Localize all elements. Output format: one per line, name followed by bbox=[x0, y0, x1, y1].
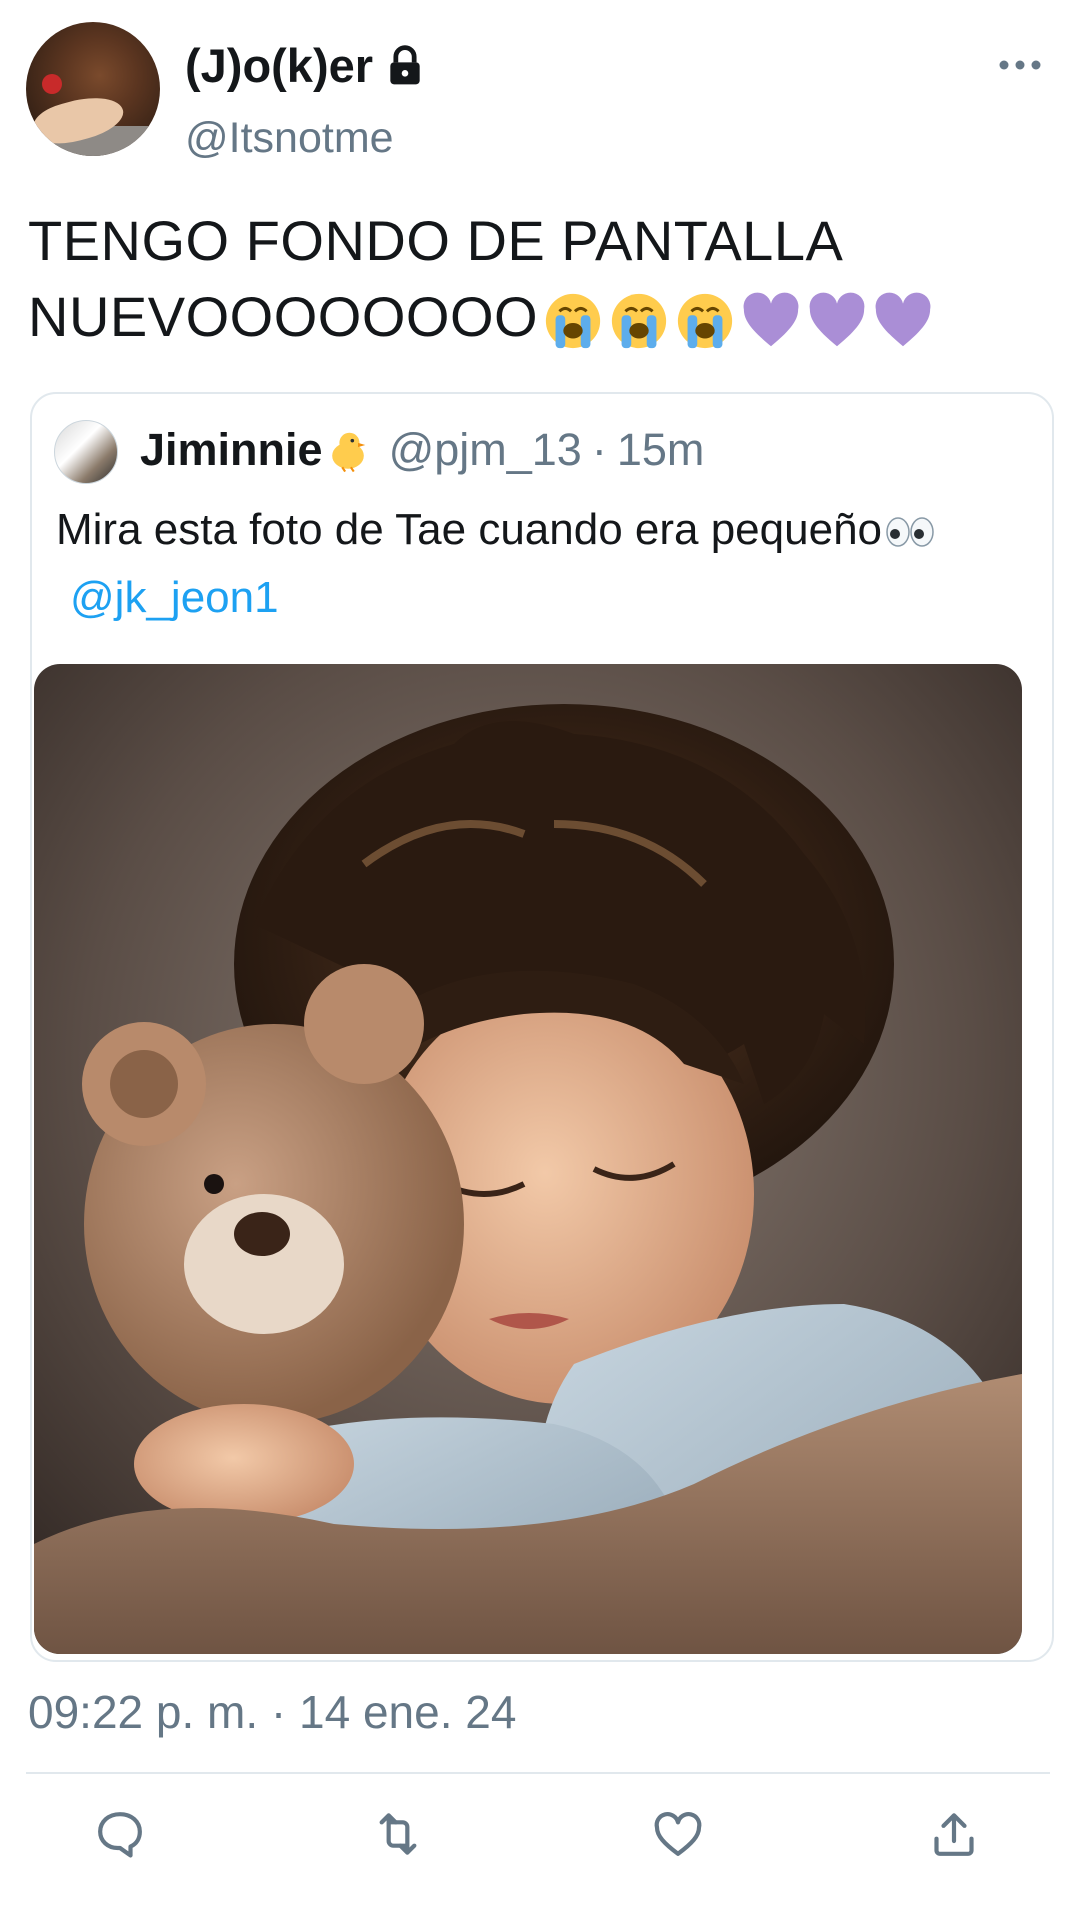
tweet-text: TENGO FONDO DE PANTALLA NUEVOOOOOOOO bbox=[28, 203, 1028, 355]
author-handle[interactable]: @Itsnotme bbox=[185, 114, 394, 163]
quoted-time: 15m bbox=[616, 424, 705, 475]
lock-icon bbox=[390, 44, 420, 84]
loudly-crying-face-icon bbox=[545, 294, 601, 349]
reply-icon[interactable] bbox=[92, 1806, 148, 1862]
quoted-handle: @pjm_13 bbox=[388, 424, 582, 475]
quoted-tweet[interactable]: Jiminnie @pjm_13 · 15m Mira esta foto de… bbox=[30, 392, 1054, 1662]
quoted-text-body: Mira esta foto de Tae cuando era pequeño bbox=[56, 505, 883, 554]
author-avatar[interactable] bbox=[26, 22, 160, 156]
baby-chick-icon bbox=[331, 432, 365, 473]
author-name-row[interactable]: (J)o(k)er bbox=[185, 38, 427, 93]
like-icon[interactable] bbox=[650, 1806, 706, 1862]
purple-heart-icon bbox=[809, 292, 865, 347]
tweet-detail: (J)o(k)er @Itsnotme TENGO FONDO DE PANTA… bbox=[0, 0, 1078, 1920]
author-display-name[interactable]: (J)o(k)er bbox=[185, 38, 373, 93]
purple-heart-icon bbox=[743, 292, 799, 347]
quoted-separator: · bbox=[591, 424, 607, 475]
quoted-text: Mira esta foto de Tae cuando era pequeño… bbox=[56, 496, 1016, 632]
tweet-emoji-row bbox=[542, 290, 934, 352]
retweet-icon[interactable] bbox=[370, 1806, 426, 1862]
quoted-author-avatar bbox=[54, 420, 118, 484]
quoted-display-name: Jiminnie bbox=[140, 424, 323, 475]
more-options-icon[interactable] bbox=[990, 50, 1050, 80]
mention-link[interactable]: @jk_jeon1 bbox=[70, 573, 279, 622]
share-icon[interactable] bbox=[926, 1806, 982, 1862]
eyes-icon bbox=[886, 517, 934, 548]
sleeping-child-photo-icon bbox=[34, 664, 1022, 1654]
tweet-timestamp[interactable]: 09:22 p. m. · 14 ene. 24 bbox=[28, 1685, 516, 1739]
quoted-photo[interactable] bbox=[34, 664, 1022, 1654]
loudly-crying-face-icon bbox=[611, 294, 667, 349]
purple-heart-icon bbox=[875, 292, 931, 347]
loudly-crying-face-icon bbox=[677, 294, 733, 349]
divider bbox=[26, 1772, 1050, 1774]
quoted-header: Jiminnie @pjm_13 · 15m bbox=[140, 424, 704, 476]
